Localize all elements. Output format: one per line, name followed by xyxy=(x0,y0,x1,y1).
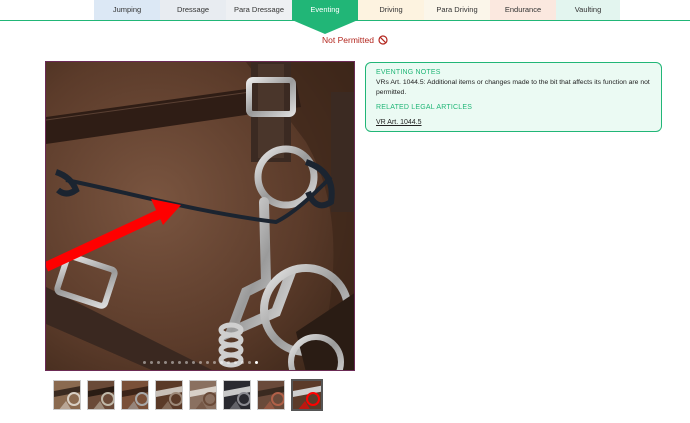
tab-driving[interactable]: Driving xyxy=(358,0,424,20)
carousel-dot[interactable] xyxy=(156,361,160,364)
tab-vaulting[interactable]: Vaulting xyxy=(556,0,620,20)
tab-endurance[interactable]: Endurance xyxy=(490,0,556,20)
carousel-dot[interactable] xyxy=(254,361,258,364)
gallery-thumbnail[interactable] xyxy=(291,379,323,411)
gallery-thumbnail[interactable] xyxy=(257,380,285,410)
carousel-dot[interactable] xyxy=(191,361,195,364)
gallery-thumbnail[interactable] xyxy=(223,380,251,410)
carousel-dot[interactable] xyxy=(142,361,146,364)
permission-status: Not Permitted xyxy=(322,35,388,45)
related-article-link[interactable]: VR Art. 1044.5 xyxy=(376,119,422,126)
eventing-notes-card: EVENTING NOTES VRs Art. 1044.5: Addition… xyxy=(365,62,662,132)
gallery-thumbnail[interactable] xyxy=(121,380,149,410)
notes-heading: EVENTING NOTES xyxy=(376,69,441,76)
thumbnail-strip xyxy=(53,379,323,411)
carousel-dot[interactable] xyxy=(198,361,202,364)
status-text: Not Permitted xyxy=(322,35,374,45)
carousel-dot[interactable] xyxy=(170,361,174,364)
tab-jumping[interactable]: Jumping xyxy=(94,0,160,20)
notes-text: VRs Art. 1044.5: Additional items or cha… xyxy=(376,79,650,96)
gallery-thumbnail[interactable] xyxy=(155,380,183,410)
carousel-dot[interactable] xyxy=(219,361,223,364)
related-articles-heading: RELATED LEGAL ARTICLES xyxy=(376,104,473,111)
carousel-dot[interactable] xyxy=(184,361,188,364)
carousel-dot[interactable] xyxy=(233,361,237,364)
carousel-dot[interactable] xyxy=(212,361,216,364)
carousel-dots xyxy=(46,361,354,364)
bridle-bit-photo xyxy=(46,62,354,370)
tab-para-driving[interactable]: Para Driving xyxy=(424,0,490,20)
carousel-dot[interactable] xyxy=(240,361,244,364)
main-photo[interactable] xyxy=(45,61,355,371)
carousel-dot[interactable] xyxy=(205,361,209,364)
carousel-dot[interactable] xyxy=(177,361,181,364)
carousel-dot[interactable] xyxy=(149,361,153,364)
tabs: Jumping Dressage Para Dressage Eventing … xyxy=(94,0,620,34)
carousel-dot[interactable] xyxy=(163,361,167,364)
tab-para-dressage[interactable]: Para Dressage xyxy=(226,0,292,20)
tab-eventing[interactable]: Eventing xyxy=(292,0,358,34)
gallery-thumbnail[interactable] xyxy=(53,380,81,410)
gallery-thumbnail[interactable] xyxy=(189,380,217,410)
not-allowed-icon xyxy=(378,35,388,45)
carousel-dot[interactable] xyxy=(247,361,251,364)
carousel-dot[interactable] xyxy=(226,361,230,364)
discipline-tab-bar: Jumping Dressage Para Dressage Eventing … xyxy=(0,0,690,34)
tab-dressage[interactable]: Dressage xyxy=(160,0,226,20)
gallery-thumbnail[interactable] xyxy=(87,380,115,410)
